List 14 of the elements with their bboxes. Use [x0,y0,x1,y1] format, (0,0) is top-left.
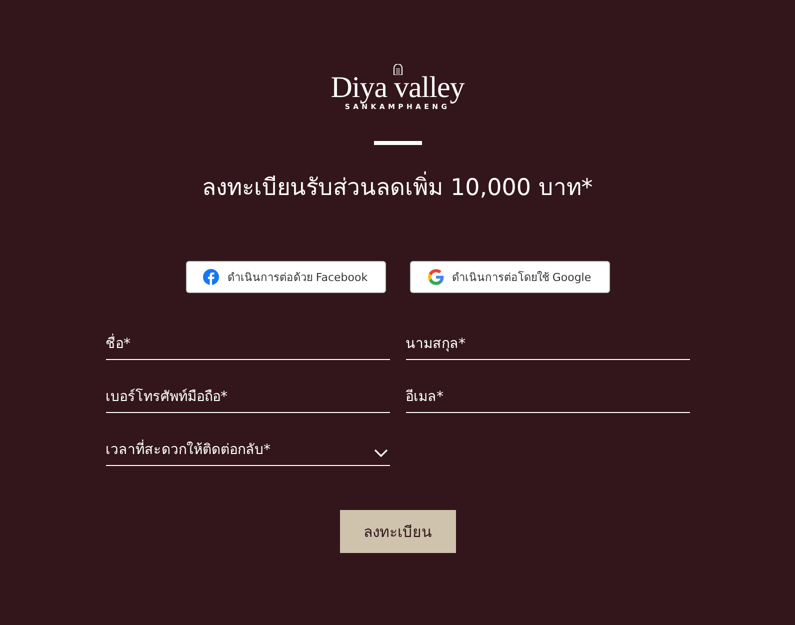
dropdown-field[interactable]: เวลาที่สะดวกให้ติดต่อกลับ* [106,429,390,466]
input-field[interactable]: ชื่อ* [106,329,390,359]
google-icon [428,269,444,285]
heading: ลงทะเบียนรับส่วนลดเพิ่ม 10,000 บาท* [202,173,593,203]
facebook-icon [203,269,220,285]
facebook-login-button[interactable]: ดำเนินการต่อด้วย Facebook [186,261,386,293]
register-button[interactable]: ลงทะเบียน [340,510,456,553]
chevron-down-icon [374,449,388,458]
input-field[interactable]: อีเมล* [406,382,690,412]
crest-icon [392,64,402,75]
logo-name: Diya valley [330,75,464,101]
input-field[interactable]: นามสกุล* [406,329,690,359]
input-field[interactable]: เบอร์โทรศัพท์มือถือ* [106,382,390,412]
google-login-button[interactable]: ดำเนินการต่อโดยใช้ Google [410,261,610,293]
